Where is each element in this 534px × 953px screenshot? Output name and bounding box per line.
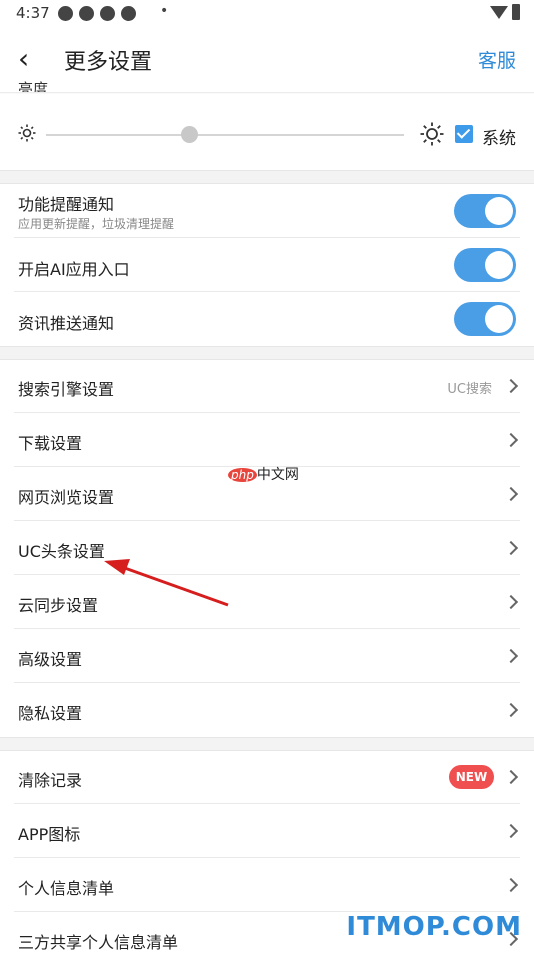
row-label: 隐私设置: [18, 704, 83, 723]
settings-item-privacy[interactable]: 隐私设置: [0, 683, 534, 737]
settings-item-advanced[interactable]: 高级设置: [0, 629, 534, 683]
row-label: UC头条设置: [18, 542, 105, 561]
toggle-row-feature-reminder[interactable]: 功能提醒通知 应用更新提醒，垃圾清理提醒: [0, 184, 534, 238]
feature-reminder-toggle[interactable]: [454, 194, 516, 228]
row-label: 网页浏览设置: [18, 488, 115, 507]
system-brightness-label: 系统: [482, 129, 516, 149]
annotation-arrow-icon: [104, 559, 229, 607]
notification-icons: [58, 6, 136, 21]
row-label: 下载设置: [18, 434, 83, 453]
settings-item-download[interactable]: 下载设置: [0, 413, 534, 467]
row-label: 个人信息清单: [18, 879, 115, 898]
chevron-right-icon: [503, 877, 519, 893]
chevron-right-icon: [503, 648, 519, 664]
php-cn-watermark: php 中文网: [228, 464, 299, 484]
header-divider: [0, 92, 534, 94]
chevron-right-icon: [503, 432, 519, 448]
more-notifications-dot: •: [160, 3, 169, 19]
section-divider: [0, 170, 534, 184]
brightness-slider-thumb[interactable]: [181, 126, 199, 143]
sun-large-icon: [420, 122, 444, 146]
toggle-knob: [485, 251, 513, 279]
chevron-right-icon: [503, 378, 519, 394]
news-push-toggle[interactable]: [454, 302, 516, 336]
row-label: 开启AI应用入口: [18, 260, 130, 279]
settings-item-search-engine[interactable]: 搜索引擎设置 UC搜索: [0, 359, 534, 413]
row-label: 功能提醒通知: [18, 195, 115, 214]
status-bar: 4:37 •: [0, 0, 534, 28]
chevron-right-icon: [503, 823, 519, 839]
brightness-slider[interactable]: [46, 134, 404, 136]
toggle-knob: [485, 197, 513, 225]
chevron-right-icon: [503, 594, 519, 610]
system-brightness-checkbox[interactable]: [455, 125, 473, 143]
status-time: 4:37: [16, 4, 50, 22]
row-label: 三方共享个人信息清单: [18, 933, 179, 952]
chevron-right-icon: [503, 769, 519, 785]
row-label: APP图标: [18, 825, 81, 844]
back-arrow-icon[interactable]: ‹: [18, 42, 29, 75]
app-notification-icon: [100, 6, 115, 21]
wifi-icon: [490, 6, 508, 19]
row-label: 高级设置: [18, 650, 83, 669]
settings-item-personal-info-list[interactable]: 个人信息清单: [0, 858, 534, 912]
section-divider: [0, 346, 534, 360]
app-notification-icon: [79, 6, 94, 21]
row-label: 清除记录: [18, 771, 83, 790]
battery-icon: [512, 4, 520, 20]
chevron-right-icon: [503, 540, 519, 556]
php-logo: php: [228, 468, 257, 482]
row-label: 资讯推送通知: [18, 314, 115, 333]
settings-item-cloud-sync[interactable]: 云同步设置: [0, 575, 534, 629]
app-notification-icon: [58, 6, 73, 21]
row-label: 云同步设置: [18, 596, 99, 615]
section-divider: [0, 737, 534, 751]
customer-service-link[interactable]: 客服: [478, 46, 516, 73]
current-search-engine: UC搜索: [447, 382, 492, 397]
row-sublabel: 应用更新提醒，垃圾清理提醒: [18, 217, 175, 231]
chevron-right-icon: [503, 702, 519, 718]
ai-entry-toggle[interactable]: [454, 248, 516, 282]
itmop-watermark: ITMOP.COM: [346, 912, 522, 942]
toggle-knob: [485, 305, 513, 333]
new-badge: NEW: [449, 765, 494, 789]
settings-item-app-icon[interactable]: APP图标: [0, 804, 534, 858]
app-notification-icon: [121, 6, 136, 21]
watermark-text: 中文网: [256, 467, 299, 483]
page-title: 更多设置: [64, 50, 153, 75]
chevron-right-icon: [503, 486, 519, 502]
app-header: ‹ 更多设置 客服: [0, 28, 534, 92]
brightness-label: 亮度: [18, 80, 49, 92]
settings-item-clear-records[interactable]: 清除记录 NEW: [0, 750, 534, 804]
brightness-control: 系统: [0, 110, 534, 160]
toggle-row-ai-entry[interactable]: 开启AI应用入口: [0, 238, 534, 292]
toggle-row-news-push[interactable]: 资讯推送通知: [0, 292, 534, 346]
sun-small-icon: [18, 124, 36, 142]
row-label: 搜索引擎设置: [18, 380, 115, 399]
settings-item-uc-headlines[interactable]: UC头条设置: [0, 521, 534, 575]
